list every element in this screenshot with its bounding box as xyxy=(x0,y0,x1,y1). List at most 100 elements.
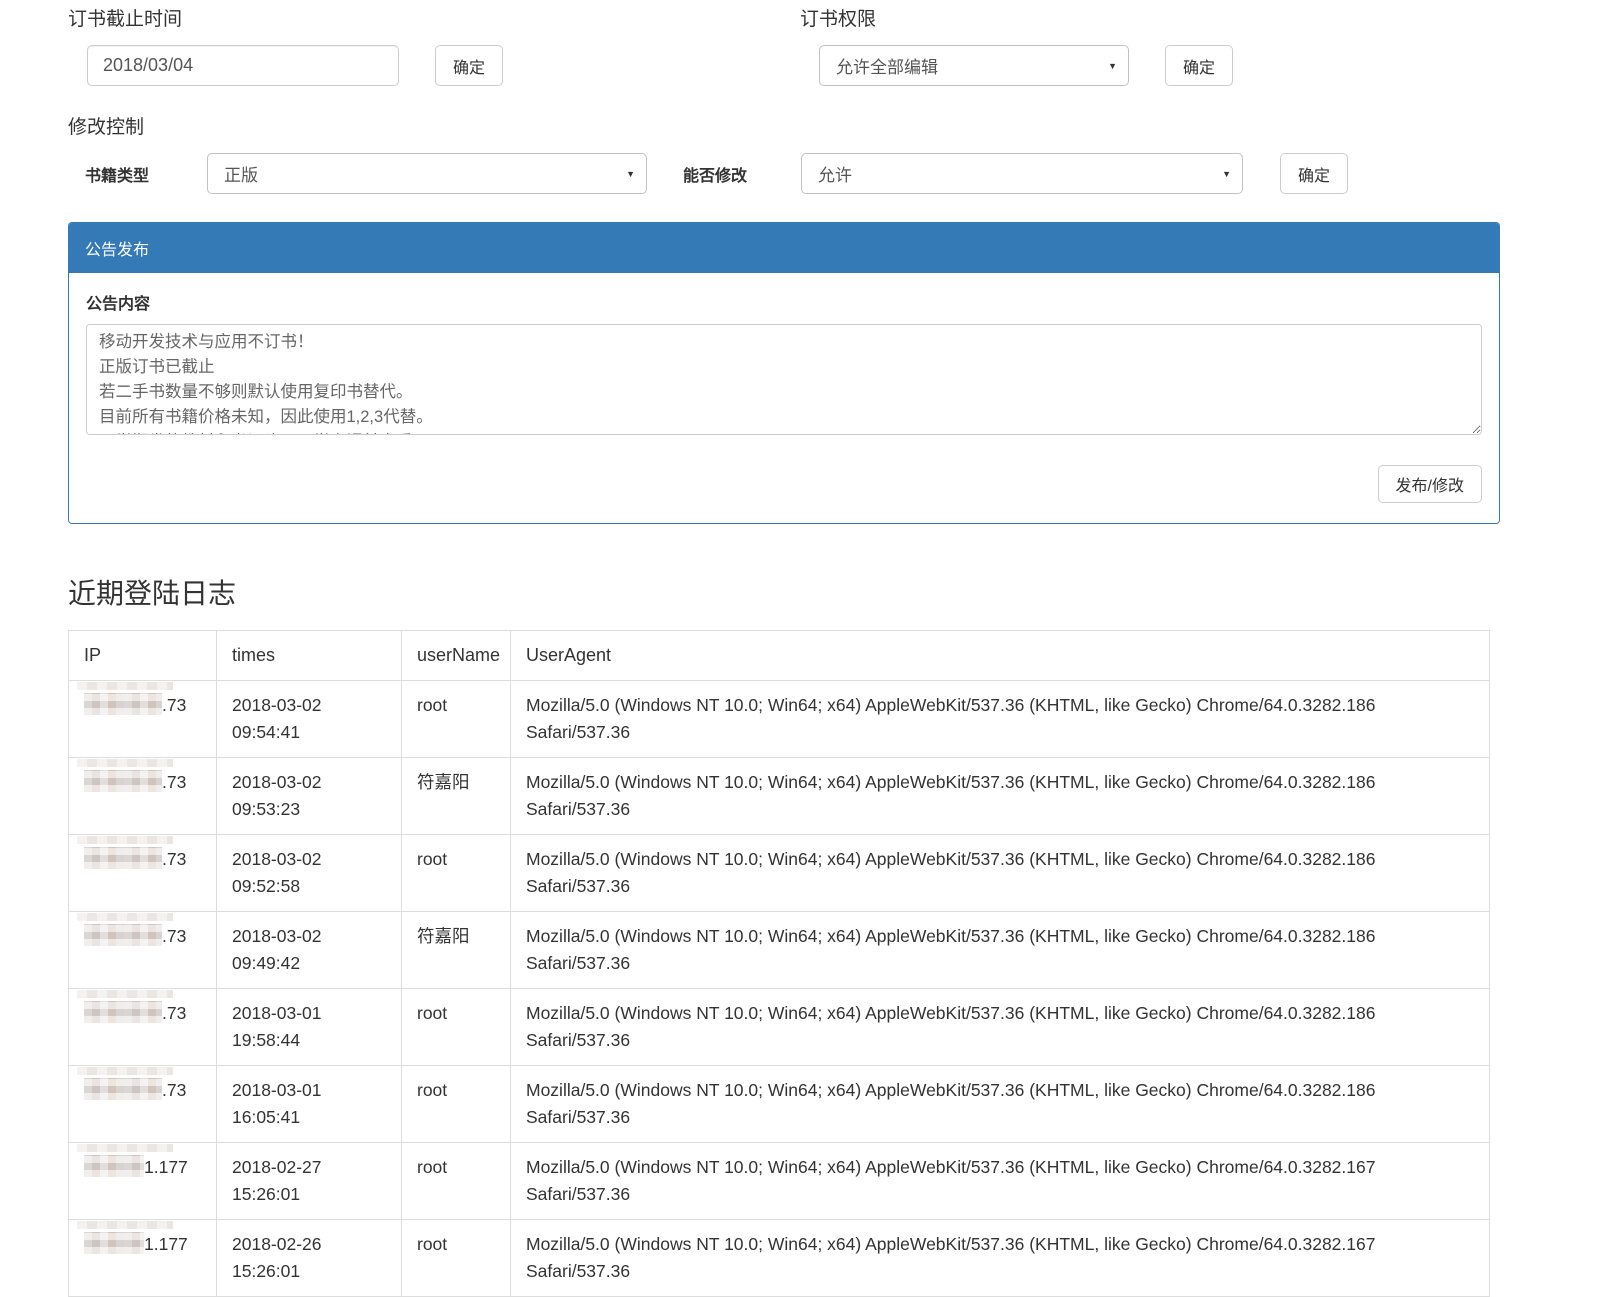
login-user: root xyxy=(402,1143,511,1220)
column-header-ip: IP xyxy=(69,631,217,681)
login-time: 2018-02-26 15:26:01 xyxy=(217,1220,402,1297)
login-agent: Mozilla/5.0 (Windows NT 10.0; Win64; x64… xyxy=(511,1220,1490,1297)
login-time: 2018-03-02 09:52:58 xyxy=(217,835,402,912)
login-agent: Mozilla/5.0 (Windows NT 10.0; Win64; x64… xyxy=(511,1066,1490,1143)
permission-section: 订书权限 允许全部编辑 ▼ 确定 xyxy=(800,4,1500,86)
deadline-title: 订书截止时间 xyxy=(68,4,800,31)
login-agent: Mozilla/5.0 (Windows NT 10.0; Win64; x64… xyxy=(511,1143,1490,1220)
permission-confirm-button[interactable]: 确定 xyxy=(1165,45,1233,86)
column-header-useragent: UserAgent xyxy=(511,631,1490,681)
chevron-down-icon: ▼ xyxy=(626,169,635,179)
editable-select[interactable]: 允许 ▼ xyxy=(801,153,1243,194)
ip-cell: .73 xyxy=(69,1066,217,1143)
login-time: 2018-02-27 15:26:01 xyxy=(217,1143,402,1220)
login-user: root xyxy=(402,1066,511,1143)
login-user: root xyxy=(402,989,511,1066)
ip-suffix: 1.177 xyxy=(144,1157,188,1177)
ip-mosaic xyxy=(84,1001,162,1023)
table-row: 1.177 2018-02-26 15:26:01 root Mozilla/5… xyxy=(69,1220,1490,1297)
publish-row: 发布/修改 xyxy=(86,465,1482,503)
editable-select-value: 允许 xyxy=(818,161,852,186)
table-row: 1.177 2018-02-27 15:26:01 root Mozilla/5… xyxy=(69,1143,1490,1220)
ip-blur-artifact xyxy=(77,1221,173,1229)
ip-mosaic xyxy=(84,770,162,792)
table-row: .73 2018-03-01 16:05:41 root Mozilla/5.0… xyxy=(69,1066,1490,1143)
ip-mosaic xyxy=(84,1232,144,1254)
ip-suffix: .73 xyxy=(162,1080,186,1100)
ip-cell: .73 xyxy=(69,912,217,989)
editable-label: 能否修改 xyxy=(683,162,747,186)
table-row: .73 2018-03-02 09:54:41 root Mozilla/5.0… xyxy=(69,681,1490,758)
ip-suffix: .73 xyxy=(162,849,186,869)
ip-mosaic xyxy=(84,1155,144,1177)
ip-cell: 1.177 xyxy=(69,1143,217,1220)
ip-cell: .73 xyxy=(69,989,217,1066)
login-user: root xyxy=(402,681,511,758)
ip-suffix: .73 xyxy=(162,772,186,792)
announcement-panel-title: 公告发布 xyxy=(69,223,1499,273)
publish-button[interactable]: 发布/修改 xyxy=(1378,465,1482,503)
ip-cell: 1.177 xyxy=(69,1220,217,1297)
deadline-section: 订书截止时间 确定 xyxy=(68,4,800,86)
ip-blur-artifact xyxy=(77,913,173,921)
login-log-table: IP times userName UserAgent .73 2018-03-… xyxy=(68,630,1490,1297)
deadline-confirm-button[interactable]: 确定 xyxy=(435,45,503,86)
ip-cell: .73 xyxy=(69,681,217,758)
login-time: 2018-03-02 09:49:42 xyxy=(217,912,402,989)
login-agent: Mozilla/5.0 (Windows NT 10.0; Win64; x64… xyxy=(511,989,1490,1066)
login-log-header-row: IP times userName UserAgent xyxy=(69,631,1490,681)
ip-suffix: 1.177 xyxy=(144,1234,188,1254)
modify-control-row: 书籍类型 正版 ▼ 能否修改 允许 ▼ 确定 xyxy=(68,153,1534,194)
ip-mosaic xyxy=(84,693,162,715)
login-user: 符嘉阳 xyxy=(402,912,511,989)
ip-suffix: .73 xyxy=(162,926,186,946)
top-controls: 订书截止时间 确定 订书权限 允许全部编辑 ▼ 确定 xyxy=(68,4,1534,86)
announcement-content-label: 公告内容 xyxy=(86,290,1482,314)
login-log-body: .73 2018-03-02 09:54:41 root Mozilla/5.0… xyxy=(69,681,1490,1297)
book-type-label: 书籍类型 xyxy=(85,162,149,186)
login-time: 2018-03-02 09:53:23 xyxy=(217,758,402,835)
login-agent: Mozilla/5.0 (Windows NT 10.0; Win64; x64… xyxy=(511,758,1490,835)
modify-confirm-button[interactable]: 确定 xyxy=(1280,153,1348,194)
ip-blur-artifact xyxy=(77,836,173,844)
login-agent: Mozilla/5.0 (Windows NT 10.0; Win64; x64… xyxy=(511,835,1490,912)
ip-mosaic xyxy=(84,924,162,946)
ip-blur-artifact xyxy=(77,1067,173,1075)
ip-cell: .73 xyxy=(69,758,217,835)
book-type-select[interactable]: 正版 ▼ xyxy=(207,153,647,194)
table-row: .73 2018-03-02 09:53:23 符嘉阳 Mozilla/5.0 … xyxy=(69,758,1490,835)
table-row: .73 2018-03-02 09:49:42 符嘉阳 Mozilla/5.0 … xyxy=(69,912,1490,989)
login-time: 2018-03-01 19:58:44 xyxy=(217,989,402,1066)
login-user: 符嘉阳 xyxy=(402,758,511,835)
announcement-textarea[interactable]: 移动开发技术与应用不订书！ 正版订书已截止 若二手书数量不够则默认使用复印书替代… xyxy=(86,324,1482,435)
column-header-times: times xyxy=(217,631,402,681)
ip-blur-artifact xyxy=(77,682,173,690)
login-time: 2018-03-02 09:54:41 xyxy=(217,681,402,758)
login-agent: Mozilla/5.0 (Windows NT 10.0; Win64; x64… xyxy=(511,912,1490,989)
announcement-panel-body: 公告内容 移动开发技术与应用不订书！ 正版订书已截止 若二手书数量不够则默认使用… xyxy=(69,273,1499,523)
announcement-panel: 公告发布 公告内容 移动开发技术与应用不订书！ 正版订书已截止 若二手书数量不够… xyxy=(68,222,1500,524)
permission-select[interactable]: 允许全部编辑 ▼ xyxy=(819,45,1129,86)
modify-control-title: 修改控制 xyxy=(68,112,1534,139)
ip-blur-artifact xyxy=(77,1144,173,1152)
ip-blur-artifact xyxy=(77,990,173,998)
page: 订书截止时间 确定 订书权限 允许全部编辑 ▼ 确定 修改控制 书籍类型 正版 … xyxy=(0,0,1534,1297)
chevron-down-icon: ▼ xyxy=(1222,169,1231,179)
deadline-controls: 确定 xyxy=(68,45,800,86)
ip-cell: .73 xyxy=(69,835,217,912)
ip-suffix: .73 xyxy=(162,695,186,715)
ip-suffix: .73 xyxy=(162,1003,186,1023)
login-user: root xyxy=(402,1220,511,1297)
chevron-down-icon: ▼ xyxy=(1108,61,1117,71)
book-type-select-value: 正版 xyxy=(224,161,258,186)
ip-mosaic xyxy=(84,1078,162,1100)
table-row: .73 2018-03-01 19:58:44 root Mozilla/5.0… xyxy=(69,989,1490,1066)
login-user: root xyxy=(402,835,511,912)
permission-title: 订书权限 xyxy=(800,4,1500,31)
ip-blur-artifact xyxy=(77,759,173,767)
login-agent: Mozilla/5.0 (Windows NT 10.0; Win64; x64… xyxy=(511,681,1490,758)
login-time: 2018-03-01 16:05:41 xyxy=(217,1066,402,1143)
login-log-heading: 近期登陆日志 xyxy=(68,572,1534,612)
ip-mosaic xyxy=(84,847,162,869)
deadline-date-input[interactable] xyxy=(87,45,399,86)
